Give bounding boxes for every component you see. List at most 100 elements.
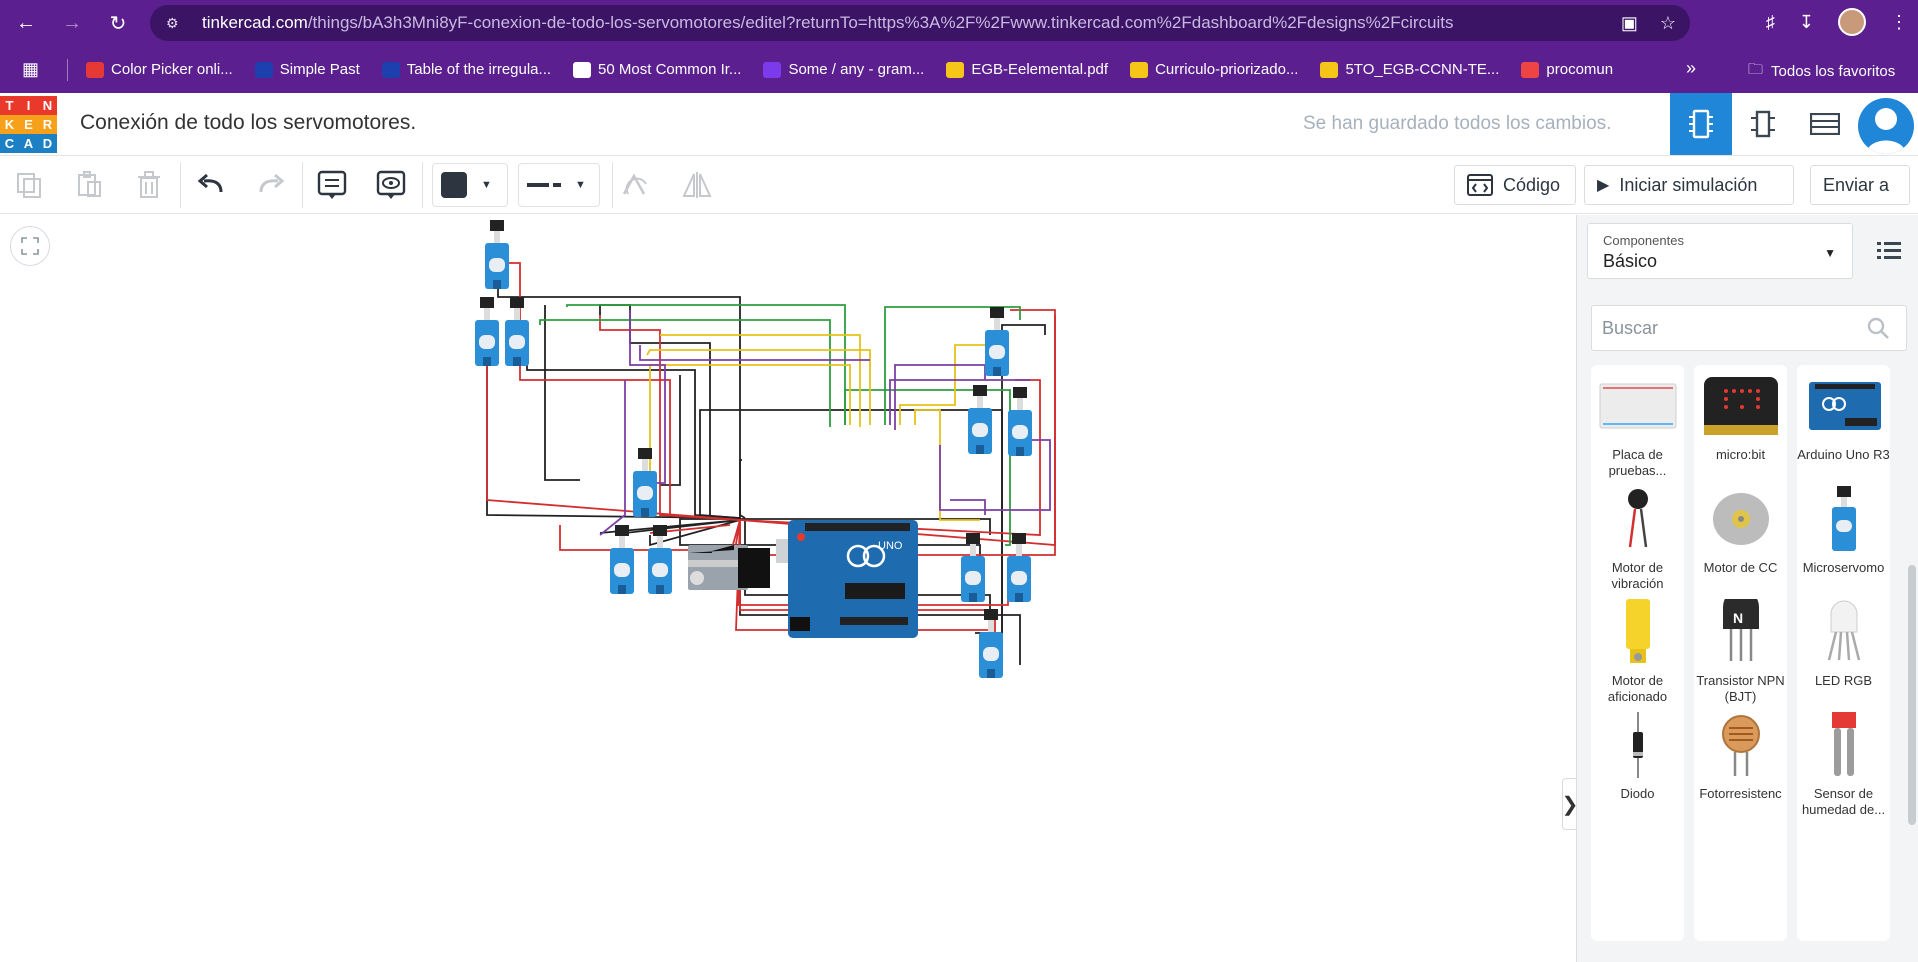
folder-icon: 🗀 [1748, 61, 1764, 78]
tinkercad-logo[interactable]: TINKERCAD [0, 96, 57, 153]
all-favorites-folder[interactable]: 🗀 Todos los favoritos [1748, 59, 1895, 84]
bookmark-item[interactable]: 5TO_EGB-CCNN-TE... [1320, 61, 1499, 78]
bookmark-item[interactable]: Some / any - gram... [763, 61, 924, 78]
circuit-canvas[interactable]: UNO ❯ [0, 215, 1578, 962]
forward-icon[interactable]: → [56, 7, 88, 39]
bookmark-item[interactable]: Color Picker onli... [86, 61, 233, 78]
components-dropdown-value: Básico [1603, 251, 1658, 271]
url-host: tinkercad.com [202, 13, 308, 32]
reload-icon[interactable]: ↻ [102, 7, 134, 39]
component-card[interactable] [1694, 817, 1787, 941]
code-button[interactable]: Código [1454, 165, 1576, 205]
component-label: Diodo [1620, 786, 1655, 801]
bookmark-item[interactable]: Simple Past [254, 61, 360, 78]
servo-5 [968, 385, 992, 454]
schematic-view-button[interactable] [1732, 93, 1794, 155]
redo-icon[interactable] [252, 166, 290, 204]
install-app-icon[interactable]: ▣ [1621, 13, 1638, 34]
copy-icon[interactable] [10, 166, 48, 204]
flip-icon[interactable] [678, 166, 716, 204]
design-title[interactable]: Conexión de todo los servomotores. [80, 111, 416, 135]
logo-letter: K [0, 115, 19, 134]
component-card[interactable]: Sensor de humedad de... [1797, 704, 1890, 828]
chevron-down-icon: ▼ [575, 179, 586, 191]
logo-letter: A [19, 134, 38, 153]
notes-visibility-icon[interactable] [372, 166, 410, 204]
list-view-icon[interactable] [1877, 241, 1901, 266]
component-card[interactable]: Fotorresistenc [1694, 704, 1787, 828]
user-avatar[interactable] [1858, 98, 1914, 154]
bookmark-label: EGB-Eelemental.pdf [971, 61, 1109, 78]
panel-scrollbar[interactable] [1904, 365, 1918, 962]
bookmark-favicon-icon [946, 61, 965, 78]
editor-toolbar: ▼ ▼ Código ▶ Iniciar simulación Enviar a [0, 156, 1918, 214]
component-card[interactable]: micro:bit [1694, 365, 1787, 489]
send-to-button[interactable]: Enviar a [1810, 165, 1910, 205]
bookmark-item[interactable]: EGB-Eelemental.pdf [946, 61, 1108, 78]
bookmark-star-icon[interactable]: ☆ [1660, 13, 1676, 34]
component-card[interactable] [1797, 817, 1890, 941]
toolbar-separator [302, 162, 303, 208]
photoresistor-icon [1694, 712, 1787, 778]
component-card[interactable]: Motor de vibración [1591, 478, 1684, 602]
url-field[interactable]: ⚙ tinkercad.com/things/bA3h3Mni8yF-conex… [150, 5, 1690, 41]
component-card[interactable]: Arduino Uno R3 [1797, 365, 1890, 489]
bookmark-item[interactable]: Table of the irregula... [381, 61, 552, 78]
undo-icon[interactable] [192, 166, 230, 204]
search-icon[interactable] [1867, 317, 1889, 344]
bookmark-label: 5TO_EGB-CCNN-TE... [1345, 61, 1500, 78]
component-card[interactable] [1591, 817, 1684, 941]
arduino-uno-board[interactable]: UNO [688, 520, 918, 638]
start-simulation-button[interactable]: ▶ Iniciar simulación [1584, 165, 1794, 205]
circuit-view-button[interactable] [1670, 93, 1732, 155]
wire-type-dropdown[interactable]: ▼ [518, 163, 600, 207]
logo-letter: N [38, 96, 57, 115]
wire-style-icon [527, 183, 561, 187]
component-card[interactable]: LED RGB [1797, 591, 1890, 715]
logo-letter: T [0, 96, 19, 115]
code-label: Código [1503, 174, 1561, 195]
site-settings-icon[interactable]: ⚙ [166, 15, 188, 32]
digital-header [805, 523, 910, 531]
circuit-diagram[interactable]: UNO [0, 215, 1576, 962]
back-icon[interactable]: ← [10, 7, 42, 39]
wires[interactable] [486, 262, 1056, 665]
more-bookmarks-icon[interactable]: » [1686, 58, 1696, 79]
bookmark-label: Simple Past [279, 61, 360, 78]
component-card[interactable]: Microservomo [1797, 478, 1890, 602]
servo-9 [648, 525, 672, 594]
component-card[interactable]: Diodo [1591, 704, 1684, 828]
hobby-motor-icon [1591, 599, 1684, 665]
rotate-icon[interactable] [616, 166, 654, 204]
profile-avatar[interactable] [1838, 8, 1866, 36]
note-icon[interactable] [313, 166, 351, 204]
search-input[interactable] [1591, 305, 1907, 351]
component-label: micro:bit [1715, 447, 1766, 462]
bookmark-item[interactable]: 50 Most Common Ir... [573, 61, 741, 78]
bookmark-favicon-icon [381, 61, 400, 78]
bookmark-item[interactable]: Curriculo-priorizado... [1130, 61, 1298, 78]
component-card[interactable]: Placa de pruebas... [1591, 365, 1684, 489]
logo-letter: E [19, 115, 38, 134]
servo-1 [485, 220, 509, 289]
browser-menu-icon[interactable]: ⋮ [1890, 12, 1908, 33]
bookmark-item[interactable]: procomun [1521, 61, 1613, 78]
component-label: Arduino Uno R3 [1797, 447, 1890, 462]
extensions-icon[interactable]: ♯ [1766, 12, 1775, 33]
component-card[interactable]: N Transistor NPN (BJT) [1694, 591, 1787, 715]
paste-icon[interactable] [70, 166, 108, 204]
component-card[interactable]: Motor de aficionado [1591, 591, 1684, 715]
apps-grid-icon[interactable]: ▦ [22, 59, 39, 80]
components-panel: Componentes Básico ▼ Placa de pruebas...… [1576, 215, 1918, 962]
bookmark-label: Table of the irregula... [406, 61, 552, 78]
arduino-icon [1797, 373, 1890, 439]
wire-color-dropdown[interactable]: ▼ [432, 163, 508, 207]
components-dropdown[interactable]: Componentes Básico ▼ [1587, 223, 1853, 279]
component-card[interactable]: Motor de CC [1694, 478, 1787, 602]
downloads-icon[interactable]: ↧ [1799, 12, 1814, 33]
component-label: Motor de aficionado [1607, 673, 1668, 704]
svg-text:N: N [1733, 610, 1743, 626]
components-list-button[interactable] [1794, 93, 1856, 155]
delete-icon[interactable] [130, 166, 168, 204]
scroll-thumb[interactable] [1908, 565, 1916, 825]
